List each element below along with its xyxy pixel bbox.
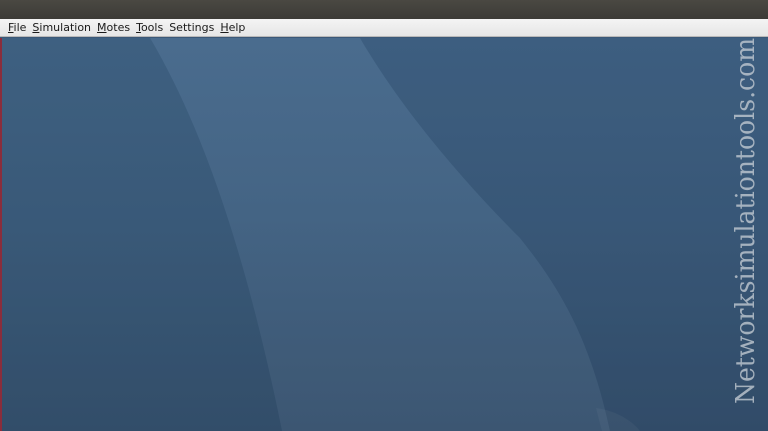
menu-file-label: ile <box>13 20 27 34</box>
watermark-text: Networksimulationtools.com <box>732 38 761 404</box>
menu-settings[interactable]: Settings <box>169 19 214 37</box>
window-left-edge <box>0 38 2 431</box>
watermark-label: Networksimulationtools.com <box>732 38 761 404</box>
menu-simulation[interactable]: Simulation <box>32 19 91 37</box>
menu-bar: File Simulation Motes Tools Settings Hel… <box>0 19 768 37</box>
menu-help-label: elp <box>228 20 246 34</box>
menu-simulation-label: imulation <box>39 20 92 34</box>
desktop-background-swoosh <box>0 38 768 431</box>
menu-tools[interactable]: Tools <box>136 19 163 37</box>
menu-motes-label: otes <box>106 20 131 34</box>
menu-motes-mnemonic: M <box>97 20 107 34</box>
menu-settings-label: Settings <box>169 20 215 34</box>
simulator-desktop-area[interactable] <box>0 38 768 431</box>
menu-tools-label: ools <box>140 20 164 34</box>
menu-help[interactable]: Help <box>220 19 245 37</box>
window-title-bar[interactable] <box>0 0 768 20</box>
menu-motes[interactable]: Motes <box>97 19 130 37</box>
menu-file[interactable]: File <box>8 19 26 37</box>
menu-help-mnemonic: H <box>220 20 229 34</box>
